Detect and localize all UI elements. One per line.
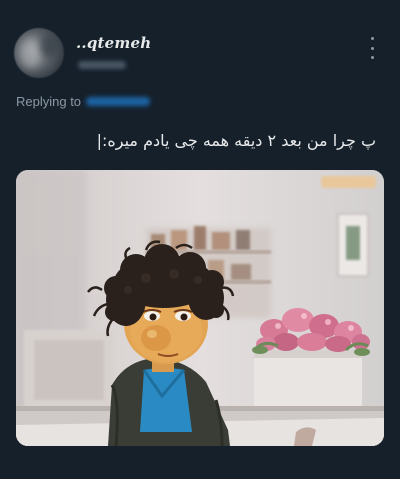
avatar-blur-shape (20, 38, 42, 68)
avatar[interactable] (14, 28, 64, 78)
tweet-page: ..qtemeh Replying to پ چرا من بعد ۲ دیقه… (0, 0, 400, 479)
replying-to: Replying to (16, 94, 151, 109)
more-vertical-icon (370, 46, 374, 50)
tweet-media-image[interactable] (16, 170, 384, 446)
more-vertical-icon (370, 37, 374, 40)
more-vertical-icon (370, 56, 374, 59)
avatar-blur-shape (40, 34, 60, 58)
display-name[interactable]: ..qtemeh (76, 34, 151, 52)
username-handle-blurred[interactable] (78, 61, 126, 69)
more-options-button[interactable] (364, 37, 380, 59)
puppet-scene-illustration (16, 170, 384, 446)
reply-target-link-blurred[interactable] (86, 97, 151, 106)
replying-to-label: Replying to (16, 94, 82, 109)
tweet-text: پ چرا من بعد ۲ دیقه همه چی یادم میره:| (96, 131, 376, 150)
